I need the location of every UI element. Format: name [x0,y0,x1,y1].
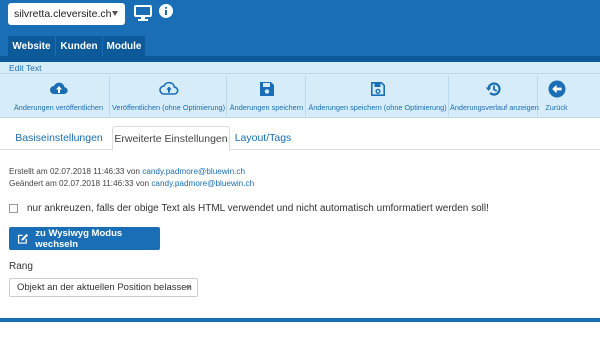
back-label: Zurück [545,103,568,112]
site-select[interactable]: silvretta.cleversite.ch [8,3,125,25]
publish-label: Änderungen veröffentlichen [13,103,104,112]
changed-info: Geändert am 02.07.2018 11:46:33 von cand… [9,179,254,188]
top-bar: silvretta.cleversite.ch Website Kunden M… [0,0,600,62]
toolbar: Änderungen veröffentlichen Veröffentlich… [0,74,600,118]
history-label: Änderungsverlauf anzeigen [450,103,539,112]
edit-icon [17,233,29,244]
wysiwyg-mode-label: zu Wysiwyg Modus wechseln [35,227,123,250]
settings-tabs: Basiseinstellungen Erweiterte Einstellun… [0,126,600,151]
back-arrow-icon [548,80,565,98]
save-no-optimization-label: Änderungen speichern (ohne Optimierung) [308,103,447,112]
tab-erweiterte-einstellungen[interactable]: Erweiterte Einstellungen [112,126,230,151]
changed-prefix: Geändert am 02.07.2018 11:46:33 von [9,179,152,188]
history-button[interactable]: Änderungsverlauf anzeigen [450,76,539,116]
created-by-link[interactable]: candy.padmore@bluewin.ch [142,167,245,176]
rang-label: Rang [9,261,33,272]
publish-no-optimization-label: Veröffentlichen (ohne Optimierung) [111,103,226,112]
monitor-icon[interactable] [134,5,152,21]
footer-bar [0,318,600,322]
site-select-value: silvretta.cleversite.ch [14,8,112,20]
history-icon [485,82,501,96]
rang-select[interactable]: Objekt an der aktuellen Position belasse… [9,278,198,297]
publish-no-optimization-button[interactable]: Veröffentlichen (ohne Optimierung) [111,76,227,116]
nav-tab-website[interactable]: Website [8,36,55,56]
html-checkbox-row: nur ankreuzen, falls der obige Text als … [9,202,489,214]
cloud-upload-outline-icon [158,81,178,95]
save-icon [259,82,274,96]
save-outline-icon [370,82,385,96]
chevron-down-icon [185,286,191,290]
chevron-down-icon [112,11,118,16]
cloud-upload-icon [49,82,68,95]
save-label: Änderungen speichern [229,103,304,112]
save-button[interactable]: Änderungen speichern [228,76,306,116]
html-checkbox-label: nur ankreuzen, falls der obige Text als … [27,202,489,214]
tab-basiseinstellungen[interactable]: Basiseinstellungen [8,126,110,150]
edit-text-bar: Edit Text [0,62,600,74]
back-button[interactable]: Zurück [539,76,574,116]
rang-select-value: Objekt an der aktuellen Position belasse… [17,282,192,293]
save-no-optimization-button[interactable]: Änderungen speichern (ohne Optimierung) [307,76,449,116]
nav-tab-kunden[interactable]: Kunden [56,36,102,56]
edit-text-label: Edit Text [9,63,42,73]
changed-by-link[interactable]: candy.padmore@bluewin.ch [151,179,254,188]
tab-layout-tags[interactable]: Layout/Tags [232,126,294,150]
info-icon[interactable] [159,4,173,18]
publish-button[interactable]: Änderungen veröffentlichen [8,76,110,116]
html-checkbox[interactable] [9,203,18,213]
created-info: Erstellt am 02.07.2018 11:46:33 von cand… [9,167,245,176]
nav-tab-module[interactable]: Module [103,36,145,56]
created-prefix: Erstellt am 02.07.2018 11:46:33 von [9,167,143,176]
wysiwyg-mode-button[interactable]: zu Wysiwyg Modus wechseln [9,227,160,250]
